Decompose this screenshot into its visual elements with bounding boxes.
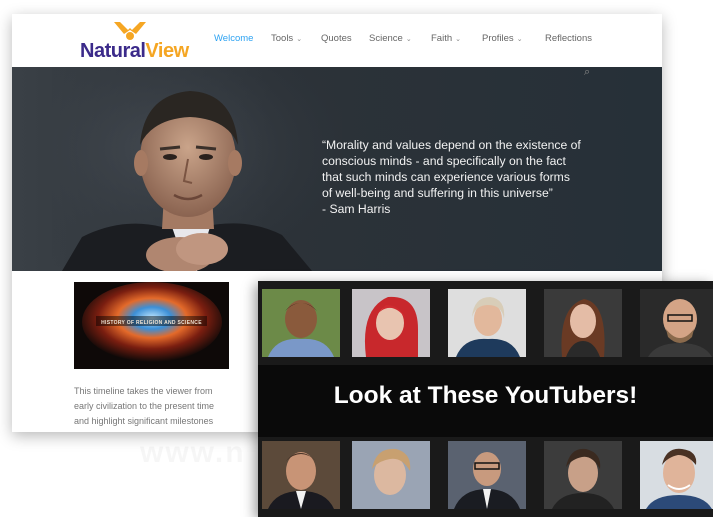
nav-item-science[interactable]: Science ⌄ bbox=[369, 33, 412, 44]
nav-item-reflections[interactable]: Reflections bbox=[545, 33, 592, 44]
timeline-line: and highlight significant milestones bbox=[74, 416, 214, 426]
portrait-image bbox=[448, 441, 526, 509]
portrait-image bbox=[640, 441, 713, 509]
youtuber-photo[interactable] bbox=[640, 289, 713, 357]
youtubers-card[interactable]: Look at These YouTubers! bbox=[258, 281, 713, 517]
portrait-image bbox=[262, 441, 340, 509]
youtuber-photo[interactable] bbox=[544, 289, 622, 357]
hero-quote: “Morality and values depend on the exist… bbox=[322, 137, 622, 217]
logo-text-natural: Natural bbox=[80, 40, 146, 62]
chevron-down-icon: ⌄ bbox=[296, 36, 303, 43]
video-thumbnail[interactable]: HISTORY OF RELIGION AND SCIENCE bbox=[74, 282, 229, 369]
portrait-image bbox=[544, 441, 622, 509]
nav-item-profiles[interactable]: Profiles ⌄ bbox=[482, 33, 523, 44]
logo-text-view: View bbox=[145, 40, 189, 62]
nav-item-welcome[interactable]: Welcome bbox=[214, 33, 253, 44]
person-arms-up-icon bbox=[114, 22, 146, 40]
portrait-image bbox=[448, 289, 526, 357]
youtuber-photo[interactable] bbox=[640, 441, 713, 509]
watermark-text: www.n bbox=[140, 436, 246, 470]
nav-label: Tools bbox=[271, 33, 294, 44]
timeline-description: This timeline takes the viewer from earl… bbox=[74, 384, 254, 429]
portrait-image bbox=[640, 289, 713, 357]
quote-line: that such minds can experience various f… bbox=[322, 170, 570, 184]
site-header: NaturalView Welcome Tools ⌄ Quotes Scienc… bbox=[12, 14, 662, 67]
timeline-line: This timeline takes the viewer from bbox=[74, 386, 213, 396]
video-title: HISTORY OF RELIGION AND SCIENCE bbox=[101, 320, 202, 326]
portrait-image bbox=[262, 289, 340, 357]
quote-line: “Morality and values depend on the exist… bbox=[322, 138, 581, 152]
headline-banner: Look at These YouTubers! bbox=[258, 365, 713, 437]
quote-attribution: - Sam Harris bbox=[322, 202, 391, 216]
youtuber-photo[interactable] bbox=[352, 289, 430, 357]
nav-label: Science bbox=[369, 33, 403, 44]
nav-item-quotes[interactable]: Quotes bbox=[321, 33, 352, 44]
nav-item-tools[interactable]: Tools ⌄ bbox=[271, 33, 302, 44]
portrait-image bbox=[352, 441, 430, 509]
chevron-down-icon: ⌄ bbox=[516, 36, 523, 43]
quote-line: of well-being and suffering in this univ… bbox=[322, 186, 553, 200]
site-logo[interactable]: NaturalView bbox=[80, 20, 210, 64]
youtuber-photo[interactable] bbox=[448, 289, 526, 357]
hero-section: ⌕ “Morality and values depend on the exi… bbox=[12, 67, 662, 271]
portrait-image bbox=[544, 289, 622, 357]
logo-text: NaturalView bbox=[80, 40, 189, 63]
nav-label: Welcome bbox=[214, 33, 254, 44]
chevron-down-icon: ⌄ bbox=[455, 36, 461, 43]
youtubers-headline: Look at These YouTubers! bbox=[333, 382, 638, 409]
timeline-line: early civilization to the present time bbox=[74, 401, 215, 411]
nav-item-faith[interactable]: Faith ⌄ bbox=[431, 33, 461, 44]
nav-label: Quotes bbox=[321, 33, 352, 44]
youtuber-photo[interactable] bbox=[262, 441, 340, 509]
nav-label: Reflections bbox=[545, 33, 592, 44]
quote-line: conscious minds - and specifically on th… bbox=[322, 154, 566, 168]
hero-portrait bbox=[52, 67, 342, 271]
chevron-down-icon: ⌄ bbox=[405, 36, 412, 43]
nav-label: Faith bbox=[431, 33, 453, 44]
youtuber-photo[interactable] bbox=[352, 441, 430, 509]
youtuber-photo[interactable] bbox=[448, 441, 526, 509]
search-icon[interactable]: ⌕ bbox=[584, 67, 590, 79]
portrait-image bbox=[352, 289, 430, 357]
nav-label: Profiles bbox=[482, 33, 514, 44]
youtuber-photo[interactable] bbox=[544, 441, 622, 509]
youtuber-photo[interactable] bbox=[262, 289, 340, 357]
